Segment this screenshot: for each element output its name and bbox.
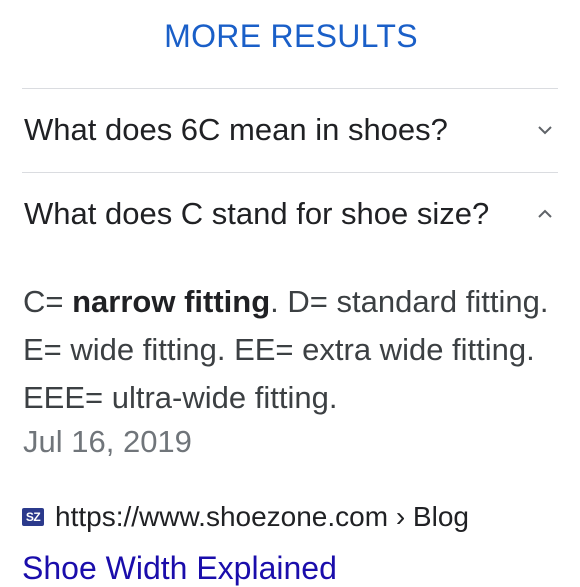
more-results-button[interactable]: MORE RESULTS: [0, 18, 580, 55]
result-title-link[interactable]: Shoe Width Explained: [22, 550, 337, 587]
divider: [22, 172, 558, 173]
chevron-up-icon[interactable]: [538, 207, 552, 221]
answer-bold: narrow fitting: [72, 284, 271, 319]
answer-text: C= narrow fitting. D= standard fitting. …: [23, 278, 563, 422]
source-row[interactable]: SZ https://www.shoezone.com › Blog: [22, 500, 469, 534]
source-url[interactable]: https://www.shoezone.com › Blog: [55, 501, 469, 533]
shoezone-favicon-icon: SZ: [22, 508, 44, 526]
answer-date: Jul 16, 2019: [23, 424, 192, 459]
question-text: What does C stand for shoe size?: [24, 196, 490, 231]
question-text: What does 6C mean in shoes?: [24, 112, 448, 147]
chevron-down-icon[interactable]: [538, 123, 552, 137]
question-row-c-stand[interactable]: What does C stand for shoe size?: [24, 184, 558, 244]
question-row-6c[interactable]: What does 6C mean in shoes?: [24, 100, 558, 160]
divider: [22, 88, 558, 89]
answer-prefix: C=: [23, 284, 73, 319]
